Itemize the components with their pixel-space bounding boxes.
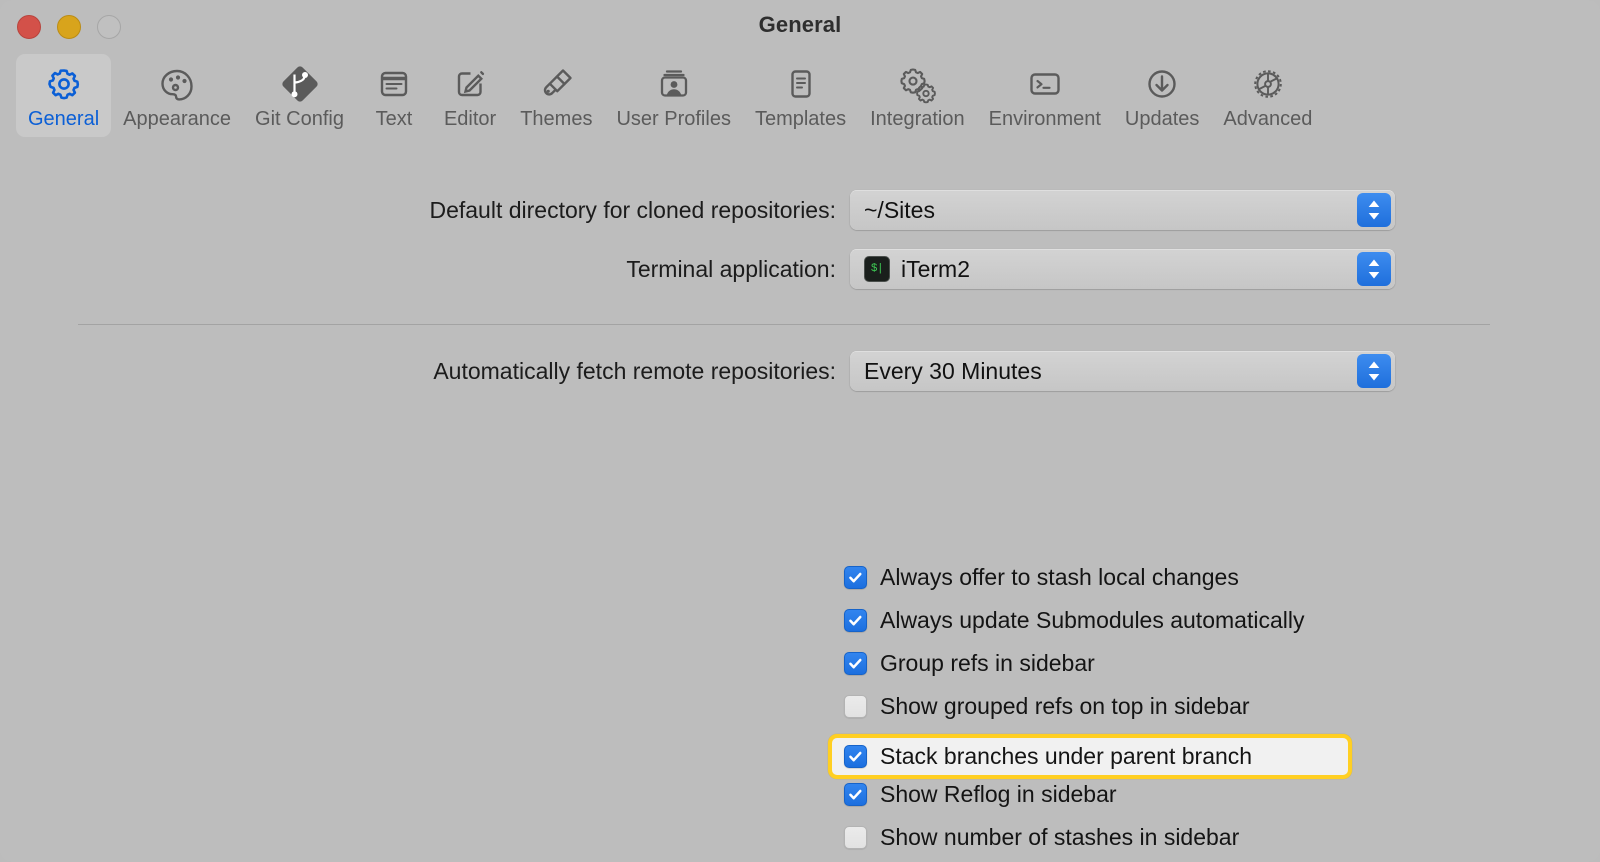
clone-directory-row: Default directory for cloned repositorie… <box>336 190 1395 230</box>
checkbox-row-update-submodules[interactable]: Always update Submodules automatically <box>836 605 1352 648</box>
auto-fetch-row: Automatically fetch remote repositories:… <box>336 351 1395 391</box>
tab-editor[interactable]: Editor <box>432 54 508 137</box>
checkbox-label: Always offer to stash local changes <box>880 562 1239 593</box>
options-checkbox-list: Always offer to stash local changes Alwa… <box>836 562 1352 862</box>
checkbox-checked-icon[interactable] <box>844 783 867 806</box>
document-icon <box>781 62 821 106</box>
tab-general[interactable]: General <box>16 54 111 137</box>
checkbox-row-grouped-refs-on-top[interactable]: Show grouped refs on top in sidebar <box>836 691 1352 734</box>
tab-updates[interactable]: Updates <box>1113 54 1212 137</box>
git-diamond-icon <box>279 62 321 106</box>
tab-text[interactable]: Text <box>356 54 432 137</box>
download-circle-icon <box>1142 62 1182 106</box>
tab-label: General <box>28 108 99 131</box>
checkbox-checked-icon[interactable] <box>844 609 867 632</box>
terminal-application-popup[interactable]: $| iTerm2 <box>850 249 1395 289</box>
section-divider <box>78 324 1490 325</box>
auto-fetch-popup[interactable]: Every 30 Minutes <box>850 351 1395 391</box>
checkbox-label: Show Reflog in sidebar <box>880 779 1117 810</box>
tab-label: Text <box>376 108 413 131</box>
checkbox-label: Group refs in sidebar <box>880 648 1095 679</box>
clone-directory-label: Default directory for cloned repositorie… <box>336 197 850 224</box>
checkbox-row-show-reflog[interactable]: Show Reflog in sidebar <box>836 779 1352 822</box>
text-lines-icon <box>374 62 414 106</box>
tab-integration[interactable]: Integration <box>858 54 977 137</box>
checkbox-row-number-of-stashes[interactable]: Show number of stashes in sidebar <box>836 822 1352 862</box>
checkbox-label: Stack branches under parent branch <box>880 741 1252 772</box>
tab-label: Git Config <box>255 108 344 131</box>
tab-label: Editor <box>444 108 496 131</box>
tab-label: Themes <box>520 108 592 131</box>
clone-directory-value: ~/Sites <box>864 197 935 224</box>
tab-git-config[interactable]: Git Config <box>243 54 356 137</box>
terminal-application-row: Terminal application: $| iTerm2 <box>336 249 1395 289</box>
tab-themes[interactable]: Themes <box>508 54 604 137</box>
tab-environment[interactable]: Environment <box>977 54 1113 137</box>
checkbox-row-group-refs[interactable]: Group refs in sidebar <box>836 648 1352 691</box>
pencil-square-icon <box>450 62 490 106</box>
gear-icon <box>44 62 84 106</box>
checkbox-row-stash-local-changes[interactable]: Always offer to stash local changes <box>836 562 1352 605</box>
preferences-window: General General Appe <box>0 0 1600 862</box>
paintbrush-icon <box>535 62 577 106</box>
tab-label: Advanced <box>1223 108 1312 131</box>
tab-appearance[interactable]: Appearance <box>111 54 243 137</box>
clone-directory-popup[interactable]: ~/Sites <box>850 190 1395 230</box>
auto-fetch-label: Automatically fetch remote repositories: <box>336 358 850 385</box>
checkbox-label: Always update Submodules automatically <box>880 605 1304 636</box>
chevron-updown-icon[interactable] <box>1357 193 1391 227</box>
general-settings-panel: Default directory for cloned repositorie… <box>0 146 1600 862</box>
checkbox-checked-icon[interactable] <box>844 652 867 675</box>
tab-templates[interactable]: Templates <box>743 54 858 137</box>
terminal-application-label: Terminal application: <box>336 256 850 283</box>
window-title: General <box>0 12 1600 38</box>
iterm2-app-icon: $| <box>864 256 890 282</box>
two-gears-icon <box>896 62 938 106</box>
terminal-application-value: iTerm2 <box>901 256 970 283</box>
titlebar: General <box>0 0 1600 54</box>
tab-advanced[interactable]: Advanced <box>1211 54 1324 137</box>
checkbox-row-stack-branches[interactable]: Stack branches under parent branch <box>828 734 1352 779</box>
iterm2-prompt-glyph: $| <box>871 264 883 275</box>
tab-label: Environment <box>989 108 1101 131</box>
palette-icon <box>156 62 198 106</box>
chevron-updown-icon[interactable] <box>1357 252 1391 286</box>
tab-label: User Profiles <box>616 108 730 131</box>
checkbox-checked-icon[interactable] <box>844 745 867 768</box>
checkbox-checked-icon[interactable] <box>844 566 867 589</box>
tab-label: Appearance <box>123 108 231 131</box>
chevron-updown-icon[interactable] <box>1357 354 1391 388</box>
preferences-toolbar: General Appearance <box>0 54 1600 146</box>
tab-user-profiles[interactable]: User Profiles <box>604 54 742 137</box>
user-card-icon <box>653 62 695 106</box>
auto-fetch-value: Every 30 Minutes <box>864 358 1042 385</box>
terminal-icon <box>1024 62 1066 106</box>
checkbox-label: Show grouped refs on top in sidebar <box>880 691 1250 722</box>
checkbox-unchecked-icon[interactable] <box>844 695 867 718</box>
checkbox-label: Show number of stashes in sidebar <box>880 822 1239 853</box>
tab-label: Updates <box>1125 108 1200 131</box>
tab-label: Templates <box>755 108 846 131</box>
tab-label: Integration <box>870 108 965 131</box>
cog-wheel-icon <box>1247 62 1289 106</box>
checkbox-unchecked-icon[interactable] <box>844 826 867 849</box>
